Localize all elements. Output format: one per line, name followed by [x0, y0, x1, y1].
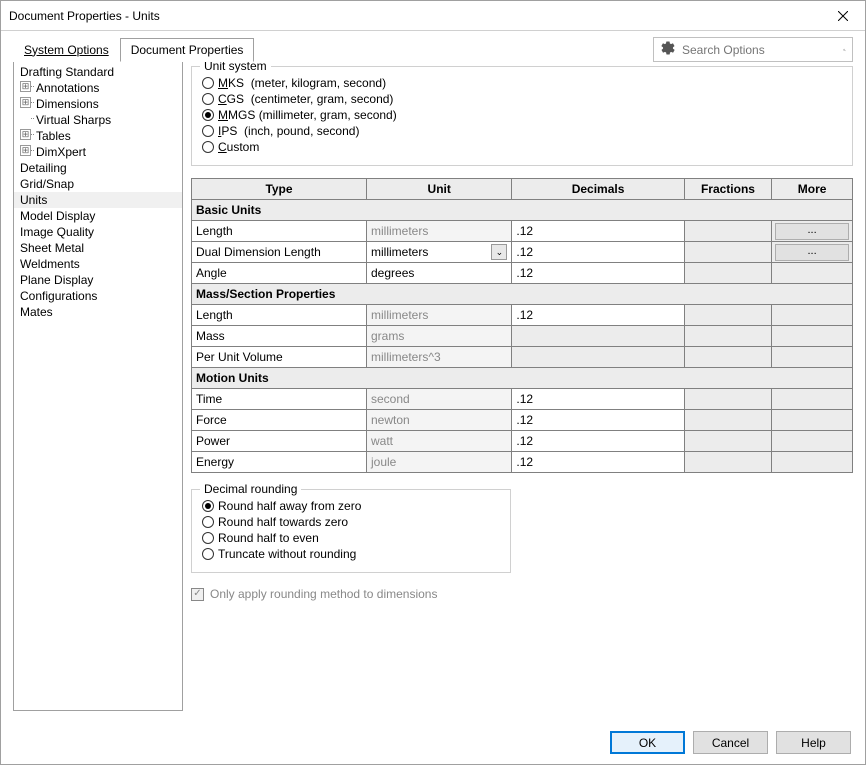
- cell-length-decimals[interactable]: .12: [512, 221, 684, 242]
- category-tree[interactable]: Drafting Standard Annotations Dimensions…: [13, 62, 183, 711]
- tab-document-properties[interactable]: Document Properties: [120, 38, 255, 62]
- tree-configurations[interactable]: Configurations: [14, 288, 182, 304]
- cell-dual-decimals[interactable]: .12: [512, 242, 684, 263]
- more-button-length[interactable]: ...: [775, 223, 849, 240]
- unit-system-legend: Unit system: [200, 62, 271, 73]
- cell-energy-decimals[interactable]: .12: [512, 452, 684, 473]
- tree-dimxpert[interactable]: DimXpert: [14, 144, 182, 160]
- decimal-rounding-group: Decimal rounding Round half away from ze…: [191, 489, 511, 573]
- tree-detailing[interactable]: Detailing: [14, 160, 182, 176]
- tree-weldments[interactable]: Weldments: [14, 256, 182, 272]
- radio-icon: [202, 500, 214, 512]
- tree-image-quality[interactable]: Image Quality: [14, 224, 182, 240]
- section-motion: Motion Units: [192, 368, 853, 389]
- col-fractions: Fractions: [684, 179, 772, 200]
- radio-icon: [202, 109, 214, 121]
- tree-plane-display[interactable]: Plane Display: [14, 272, 182, 288]
- radio-mks[interactable]: MKS (meter, kilogram, second): [202, 75, 842, 91]
- titlebar: Document Properties - Units: [1, 1, 865, 31]
- cell-mlength-decimals[interactable]: .12: [512, 305, 684, 326]
- radio-round-even[interactable]: Round half to even: [202, 530, 500, 546]
- checkbox-only-dimensions: Only apply rounding method to dimensions: [191, 585, 853, 603]
- row-energy: Energy joule .12: [192, 452, 853, 473]
- tree-units[interactable]: Units: [14, 192, 182, 208]
- chevron-down-icon[interactable]: ⌄: [491, 244, 507, 260]
- section-basic: Basic Units: [192, 200, 853, 221]
- row-per-unit-volume: Per Unit Volume millimeters^3: [192, 347, 853, 368]
- units-table: Type Unit Decimals Fractions More Basic …: [191, 178, 853, 473]
- row-force: Force newton .12: [192, 410, 853, 431]
- row-dual-dimension: Dual Dimension Length millimeters⌄ .12 .…: [192, 242, 853, 263]
- checkbox-icon: [191, 588, 204, 601]
- content-panel: Unit system MKS (meter, kilogram, second…: [191, 62, 853, 711]
- radio-truncate[interactable]: Truncate without rounding: [202, 546, 500, 562]
- radio-round-away[interactable]: Round half away from zero: [202, 498, 500, 514]
- tree-model-display[interactable]: Model Display: [14, 208, 182, 224]
- radio-icon: [202, 77, 214, 89]
- row-length: Length millimeters .12 ...: [192, 221, 853, 242]
- row-mass: Mass grams: [192, 326, 853, 347]
- tree-grid-snap[interactable]: Grid/Snap: [14, 176, 182, 192]
- tree-tables[interactable]: Tables: [14, 128, 182, 144]
- radio-round-towards[interactable]: Round half towards zero: [202, 514, 500, 530]
- col-more: More: [772, 179, 853, 200]
- radio-icon: [202, 516, 214, 528]
- radio-icon: [202, 548, 214, 560]
- tree-annotations[interactable]: Annotations: [14, 80, 182, 96]
- dialog-body: Drafting Standard Annotations Dimensions…: [1, 62, 865, 721]
- radio-mmgs[interactable]: MMGS (millimeter, gram, second): [202, 107, 842, 123]
- col-type: Type: [192, 179, 367, 200]
- col-unit: Unit: [367, 179, 512, 200]
- unit-system-group: Unit system MKS (meter, kilogram, second…: [191, 66, 853, 166]
- dialog-window: Document Properties - Units System Optio…: [0, 0, 866, 765]
- row-time: Time second .12: [192, 389, 853, 410]
- tree-dimensions[interactable]: Dimensions: [14, 96, 182, 112]
- gear-icon: [660, 40, 676, 59]
- col-decimals: Decimals: [512, 179, 684, 200]
- ok-button[interactable]: OK: [610, 731, 685, 754]
- radio-icon: [202, 532, 214, 544]
- radio-icon: [202, 141, 214, 153]
- section-mass: Mass/Section Properties: [192, 284, 853, 305]
- radio-icon: [202, 125, 214, 137]
- radio-custom[interactable]: Custom: [202, 139, 842, 155]
- row-mass-length: Length millimeters .12: [192, 305, 853, 326]
- help-button[interactable]: Help: [776, 731, 851, 754]
- radio-cgs[interactable]: CGS (centimeter, gram, second): [202, 91, 842, 107]
- window-title: Document Properties - Units: [9, 9, 160, 23]
- tab-system-options[interactable]: System Options: [13, 38, 120, 62]
- radio-icon: [202, 93, 214, 105]
- row-power: Power watt .12: [192, 431, 853, 452]
- radio-ips[interactable]: IPS (inch, pound, second): [202, 123, 842, 139]
- tree-virtual-sharps[interactable]: Virtual Sharps: [14, 112, 182, 128]
- search-input[interactable]: [682, 43, 837, 57]
- rounding-legend: Decimal rounding: [200, 482, 301, 496]
- cell-dual-unit[interactable]: millimeters⌄: [367, 242, 512, 263]
- row-angle: Angle degrees .12: [192, 263, 853, 284]
- cell-force-decimals[interactable]: .12: [512, 410, 684, 431]
- close-icon: [838, 11, 848, 21]
- cell-angle-decimals[interactable]: .12: [512, 263, 684, 284]
- close-button[interactable]: [820, 1, 865, 31]
- cancel-button[interactable]: Cancel: [693, 731, 768, 754]
- tree-drafting-standard[interactable]: Drafting Standard: [14, 64, 182, 80]
- top-row: System Options Document Properties: [1, 31, 865, 62]
- tree-sheet-metal[interactable]: Sheet Metal: [14, 240, 182, 256]
- tree-mates[interactable]: Mates: [14, 304, 182, 320]
- more-button-dual[interactable]: ...: [775, 244, 849, 261]
- search-icon: [843, 43, 846, 57]
- search-box[interactable]: [653, 37, 853, 62]
- dialog-footer: OK Cancel Help: [1, 721, 865, 764]
- cell-power-decimals[interactable]: .12: [512, 431, 684, 452]
- cell-angle-unit[interactable]: degrees: [367, 263, 512, 284]
- tab-bar: System Options Document Properties: [13, 38, 254, 62]
- cell-time-decimals[interactable]: .12: [512, 389, 684, 410]
